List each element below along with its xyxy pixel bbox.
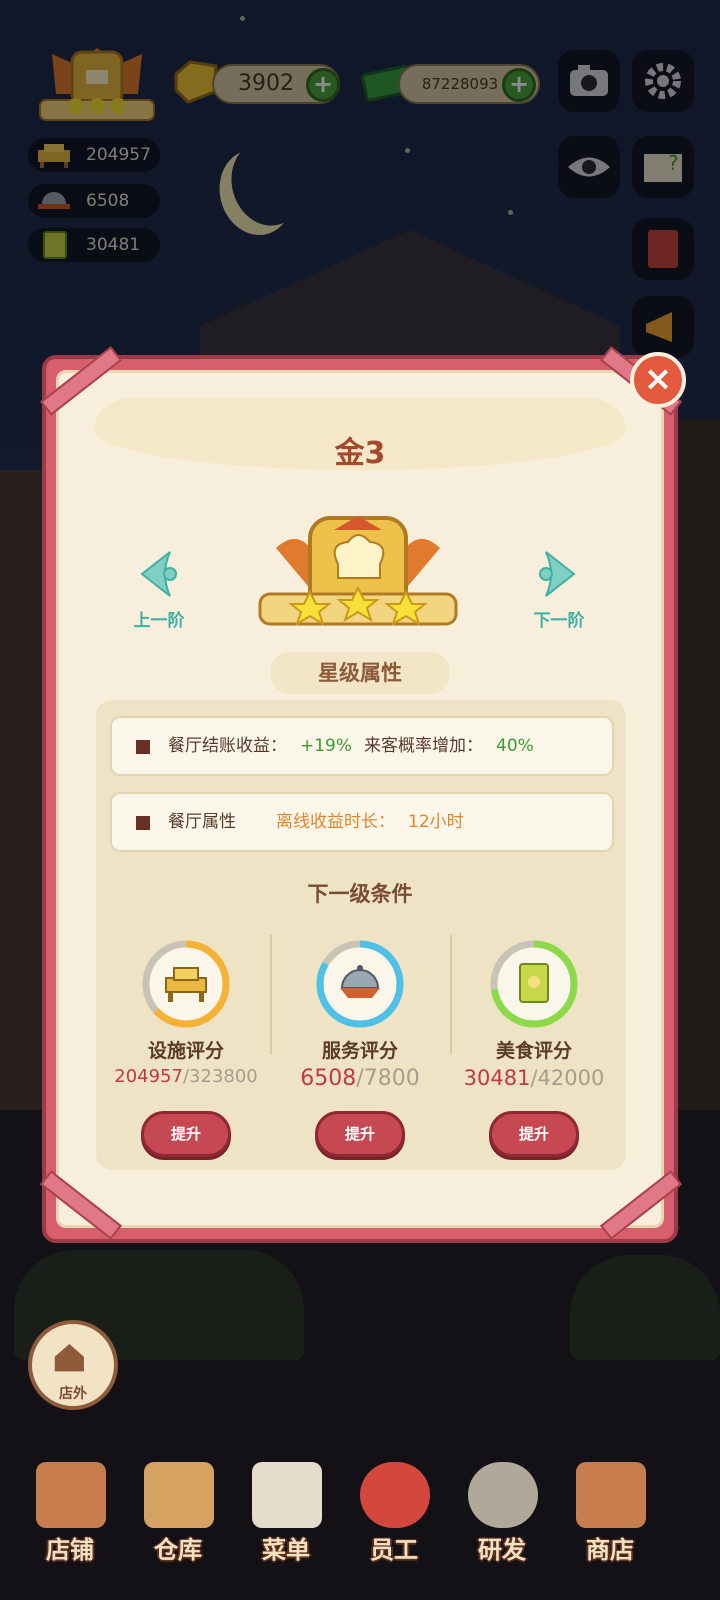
service-score-target: /7800 xyxy=(356,1066,420,1091)
prev-rank-button[interactable]: 上一阶 xyxy=(114,606,204,631)
service-icon xyxy=(340,965,380,998)
service-score-current: 6508 xyxy=(300,1066,357,1091)
column-divider xyxy=(270,935,272,1055)
next-rank-button[interactable]: 下一阶 xyxy=(514,606,604,631)
facility-icon xyxy=(165,967,207,1002)
star-attributes-heading: 星级属性 xyxy=(270,652,450,694)
attribute-row-income: 餐厅结账收益： +19% 来客概率增加： 40% xyxy=(110,716,614,776)
attribute-row-offline: 餐厅属性 离线收益时长： 12小时 xyxy=(110,792,614,852)
bullet-marker xyxy=(136,740,150,754)
store-front-icon xyxy=(576,1462,646,1528)
guest-rate-label: 来客概率增加： xyxy=(364,736,483,756)
nav-research-button[interactable]: 研发 xyxy=(454,1462,550,1572)
gold-chef-badge-icon xyxy=(258,516,458,627)
facility-score-target: /323800 xyxy=(182,1066,258,1087)
menu-clipboard-icon xyxy=(252,1462,322,1528)
outside-view-label[interactable]: 店外 xyxy=(28,1383,118,1403)
nav-staff-label: 员工 xyxy=(370,1536,418,1564)
food-score-progress: 30481/42000 xyxy=(449,1066,619,1090)
checkout-income-value: +19% xyxy=(300,736,353,756)
nav-store-button[interactable]: 商店 xyxy=(562,1462,658,1572)
next-arrow-icon[interactable] xyxy=(536,548,580,600)
service-score-progress: 6508/7800 xyxy=(275,1066,445,1091)
checkout-income-label: 餐厅结账收益： xyxy=(168,736,287,756)
research-pot-icon xyxy=(468,1462,538,1528)
nav-shop-label: 店铺 xyxy=(46,1536,94,1564)
close-button[interactable]: × xyxy=(630,352,686,408)
nav-menu-button[interactable]: 菜单 xyxy=(238,1462,334,1572)
nav-staff-button[interactable]: 员工 xyxy=(346,1462,442,1572)
rank-title: 金3 xyxy=(334,436,386,471)
facility-score-progress: 204957/323800 xyxy=(101,1066,271,1087)
nav-menu-label: 菜单 xyxy=(262,1536,310,1564)
next-level-conditions-heading: 下一级条件 xyxy=(307,882,413,906)
facility-score-current: 204957 xyxy=(114,1066,183,1087)
bullet-marker xyxy=(136,816,150,830)
staff-chef-icon xyxy=(360,1462,430,1528)
food-score-label: 美食评分 xyxy=(495,1040,572,1062)
upgrade-service-button[interactable]: 提升 xyxy=(315,1111,405,1157)
prev-arrow-icon[interactable] xyxy=(136,548,180,600)
warehouse-boxes-icon xyxy=(144,1462,214,1528)
nav-shop-button[interactable]: 店铺 xyxy=(22,1462,118,1572)
guest-rate-value: 40% xyxy=(496,736,534,756)
offline-income-value: 12小时 xyxy=(408,812,464,832)
upgrade-food-button[interactable]: 提升 xyxy=(489,1111,579,1157)
nav-warehouse-label: 仓库 xyxy=(154,1536,202,1564)
nav-research-label: 研发 xyxy=(478,1536,526,1564)
restaurant-attribute-label: 餐厅属性 xyxy=(168,812,236,832)
service-score-label: 服务评分 xyxy=(321,1040,398,1062)
nav-store-label: 商店 xyxy=(586,1536,634,1564)
food-score-target: /42000 xyxy=(530,1066,605,1090)
upgrade-facility-button[interactable]: 提升 xyxy=(141,1111,231,1157)
food-score-current: 30481 xyxy=(463,1066,531,1090)
nav-warehouse-button[interactable]: 仓库 xyxy=(130,1462,226,1572)
column-divider xyxy=(450,935,452,1055)
facility-score-label: 设施评分 xyxy=(147,1040,224,1062)
recipe-book-icon xyxy=(519,963,549,1003)
shop-building-icon xyxy=(36,1462,106,1528)
offline-income-label: 离线收益时长： xyxy=(276,812,395,832)
